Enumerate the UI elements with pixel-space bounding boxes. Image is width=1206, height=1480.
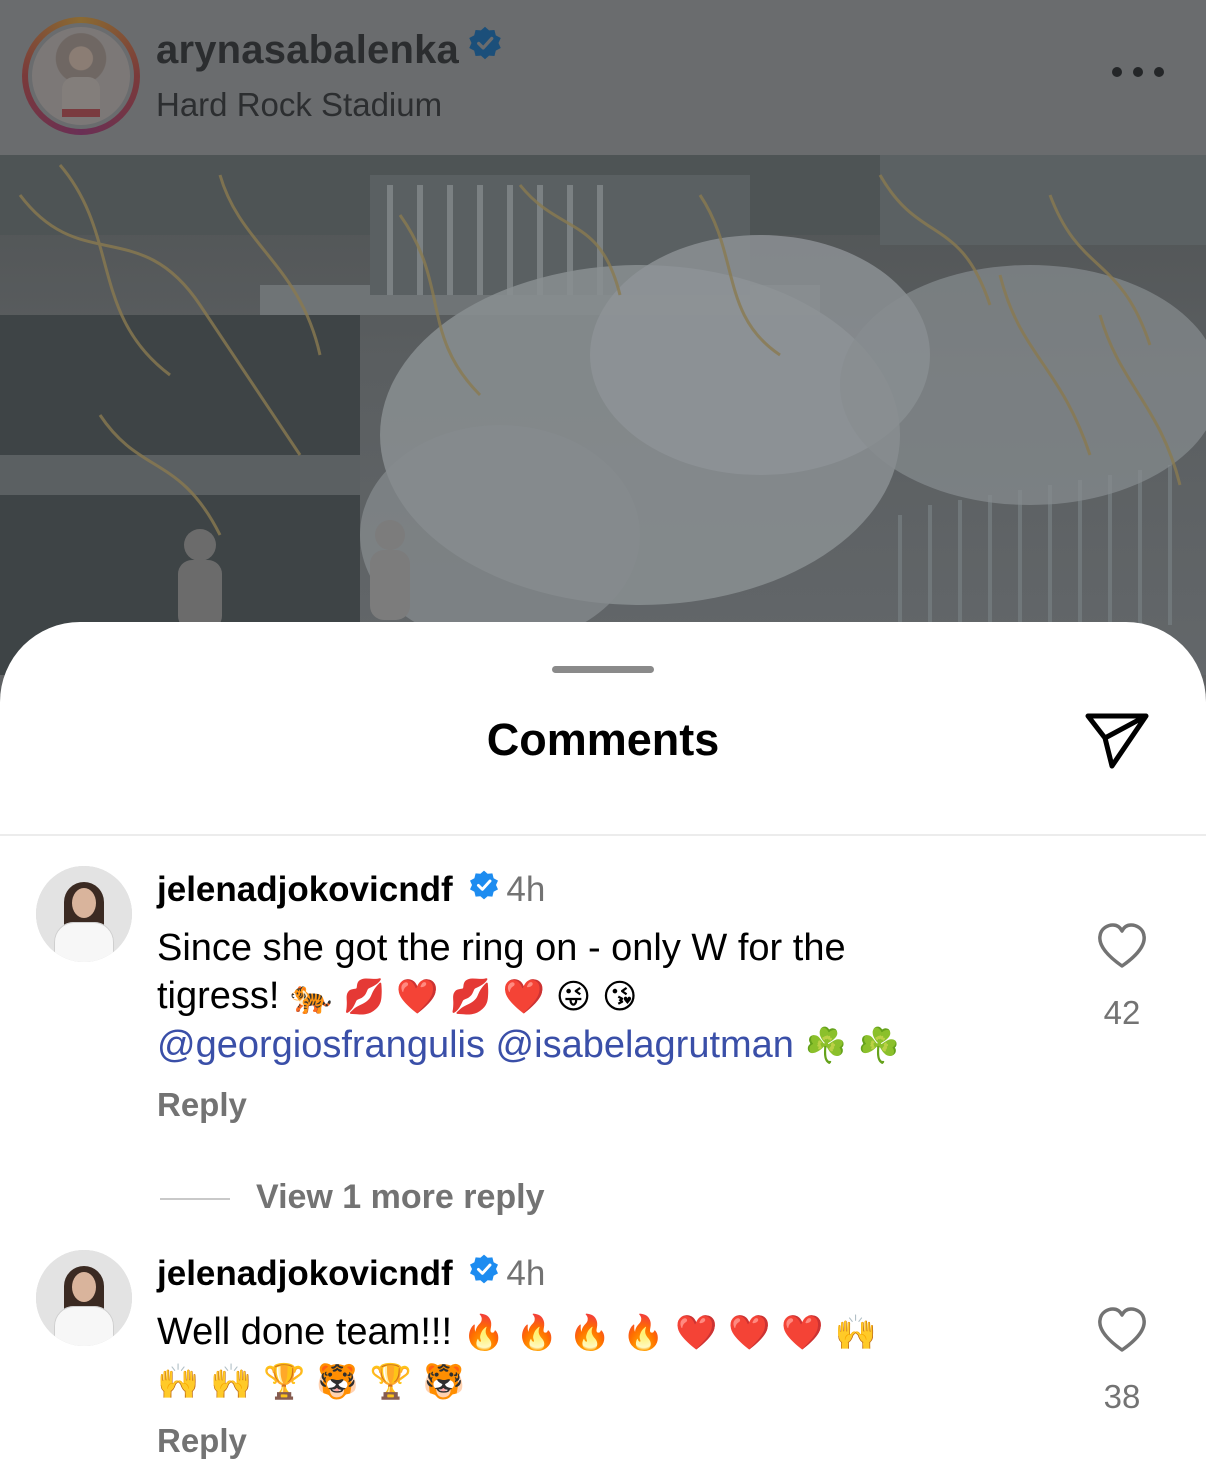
verified-badge-icon [467, 25, 503, 71]
post-image [0, 155, 1206, 675]
view-more-replies-label[interactable]: View 1 more reply [256, 1178, 545, 1217]
more-options-icon[interactable] [1112, 62, 1164, 82]
comment-mentions-line: @georgiosfrangulis @isabelagrutman ☘️ ☘️ [157, 1021, 1057, 1070]
sheet-divider [0, 834, 1206, 836]
comment-time: 4h [506, 870, 546, 909]
like-heart-icon[interactable] [1096, 1306, 1148, 1354]
commenter-avatar[interactable] [36, 866, 132, 962]
reply-button[interactable]: Reply [157, 1422, 247, 1460]
post-header: arynasabalenka Hard Rock Stadium [0, 0, 1206, 155]
post-username[interactable]: arynasabalenka [156, 28, 459, 72]
comment-text-line: Since she got the ring on - only W for t… [157, 927, 846, 969]
mention-link[interactable]: @isabelagrutman [496, 1024, 794, 1066]
profile-avatar[interactable] [22, 17, 140, 135]
commenter-username[interactable]: jelenadjokovicndf [157, 1254, 453, 1293]
reply-button[interactable]: Reply [157, 1086, 247, 1124]
comment-time: 4h [506, 1254, 546, 1293]
post-username-row[interactable]: arynasabalenka [156, 25, 503, 75]
sheet-title: Comments [486, 714, 720, 765]
comment-emojis: 🐅 💋 ❤️ 💋 ❤️ 😜 😘 [290, 977, 638, 1017]
comments-sheet: Comments jelenadjokovicndf 4h Since she … [0, 622, 1206, 1480]
comment-text: Well done team!!! 🔥 🔥 🔥 🔥 ❤️ ❤️ ❤️ 🙌 🙌 🙌… [157, 1308, 1057, 1406]
comment-header: jelenadjokovicndf 4h [157, 870, 545, 912]
verified-badge-icon [468, 869, 500, 910]
comment-text-fragment: tigress! [157, 975, 280, 1017]
comment-header: jelenadjokovicndf 4h [157, 1254, 545, 1296]
like-count: 38 [1103, 1378, 1141, 1415]
replies-connector-line [160, 1198, 230, 1200]
verified-badge-icon [468, 1253, 500, 1294]
like-count: 42 [1103, 994, 1141, 1031]
comment-emojis: 🔥 🔥 🔥 🔥 ❤️ ❤️ ❤️ 🙌 [462, 1313, 877, 1353]
comment-emojis: 🙌 🙌 🏆 🐯 🏆 🐯 [157, 1362, 466, 1402]
commenter-avatar[interactable] [36, 1250, 132, 1346]
commenter-username[interactable]: jelenadjokovicndf [157, 870, 453, 909]
comment-text-line: tigress! 🐅 💋 ❤️ 💋 ❤️ 😜 😘 [157, 972, 1057, 1021]
post-location[interactable]: Hard Rock Stadium [156, 86, 442, 124]
like-heart-icon[interactable] [1096, 922, 1148, 970]
comment-text-line: Well done team!!! 🔥 🔥 🔥 🔥 ❤️ ❤️ ❤️ 🙌 [157, 1308, 1057, 1357]
comment-text-line: 🙌 🙌 🏆 🐯 🏆 🐯 [157, 1357, 1057, 1406]
comment-text: Since she got the ring on - only W for t… [157, 924, 1057, 1070]
share-send-icon[interactable] [1082, 708, 1152, 772]
comment-text-fragment: Well done team!!! [157, 1311, 453, 1353]
mention-link[interactable]: @georgiosfrangulis [157, 1024, 485, 1066]
sheet-drag-handle[interactable] [552, 666, 654, 673]
comment-emojis: ☘️ ☘️ [804, 1026, 900, 1066]
